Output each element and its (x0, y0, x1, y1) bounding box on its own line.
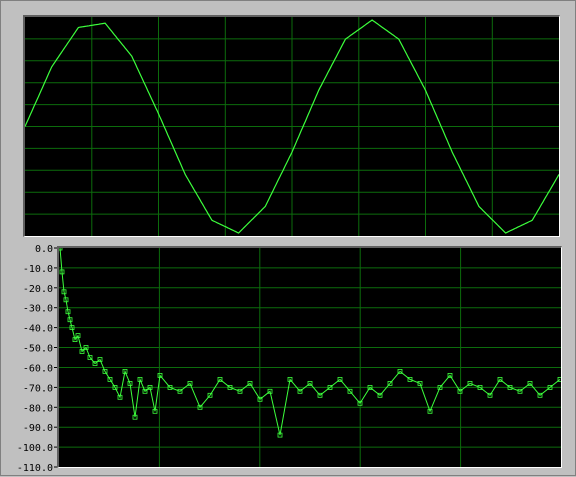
y-tick-label: -30.0 (23, 304, 53, 315)
y-tick-label: -40.0 (23, 324, 53, 335)
y-tick-label: -50.0 (23, 344, 53, 355)
y-tick-label: -100.0 (17, 443, 53, 454)
spectrum-plot-area (59, 248, 561, 467)
time-domain-plot (23, 15, 560, 237)
time-domain-plot-area (25, 17, 559, 236)
spectrum-y-axis: 0.0 -10.0 -20.0 -30.0 -40.0 -50.0 -60.0 -70.0 -8… (17, 244, 57, 474)
y-tick-label: -70.0 (23, 383, 53, 394)
y-tick-label: -80.0 (23, 403, 53, 414)
y-tick-label: -10.0 (23, 264, 53, 275)
y-tick-label: 0.0 (35, 244, 53, 255)
y-tick-label: -60.0 (23, 364, 53, 375)
waveform-graph-panel: 0.0 -10.0 -20.0 -30.0 -40.0 -50.0 -60.0 -70.0 -8… (0, 0, 576, 476)
y-tick-label: -110.0 (17, 463, 53, 474)
y-tick-label: -20.0 (23, 284, 53, 295)
spectrum-plot (57, 246, 562, 468)
y-tick-label: -90.0 (23, 423, 53, 434)
